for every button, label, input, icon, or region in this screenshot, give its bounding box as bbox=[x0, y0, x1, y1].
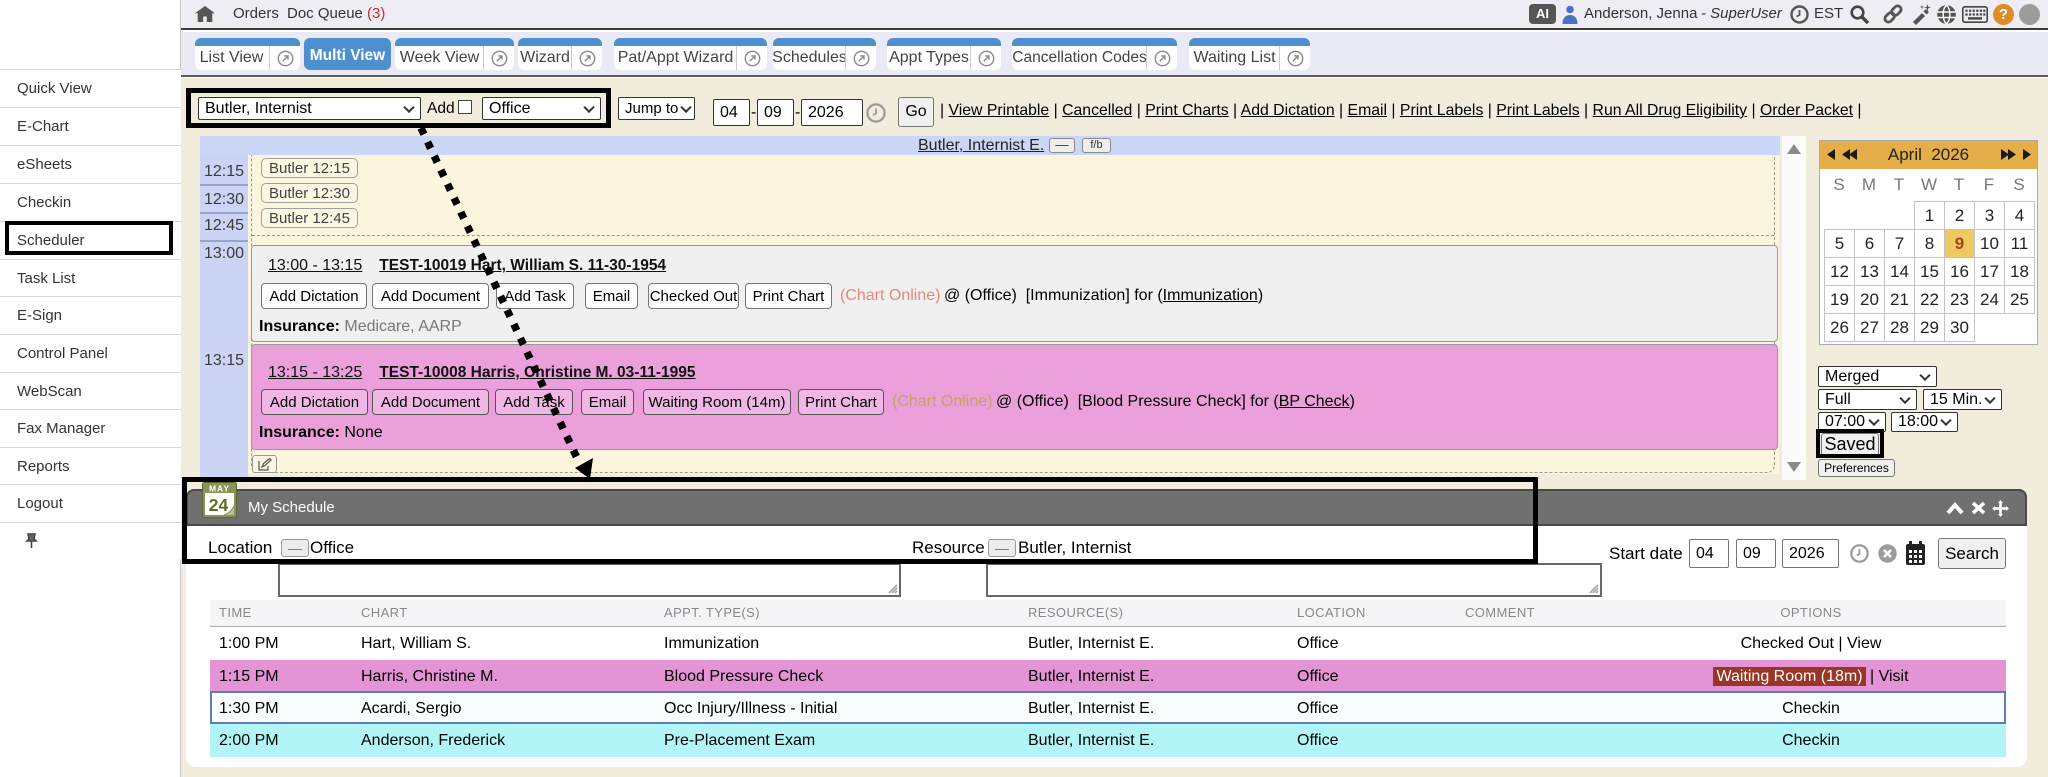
svg-text:24: 24 bbox=[209, 495, 229, 515]
svg-text:MAY: MAY bbox=[209, 484, 230, 494]
